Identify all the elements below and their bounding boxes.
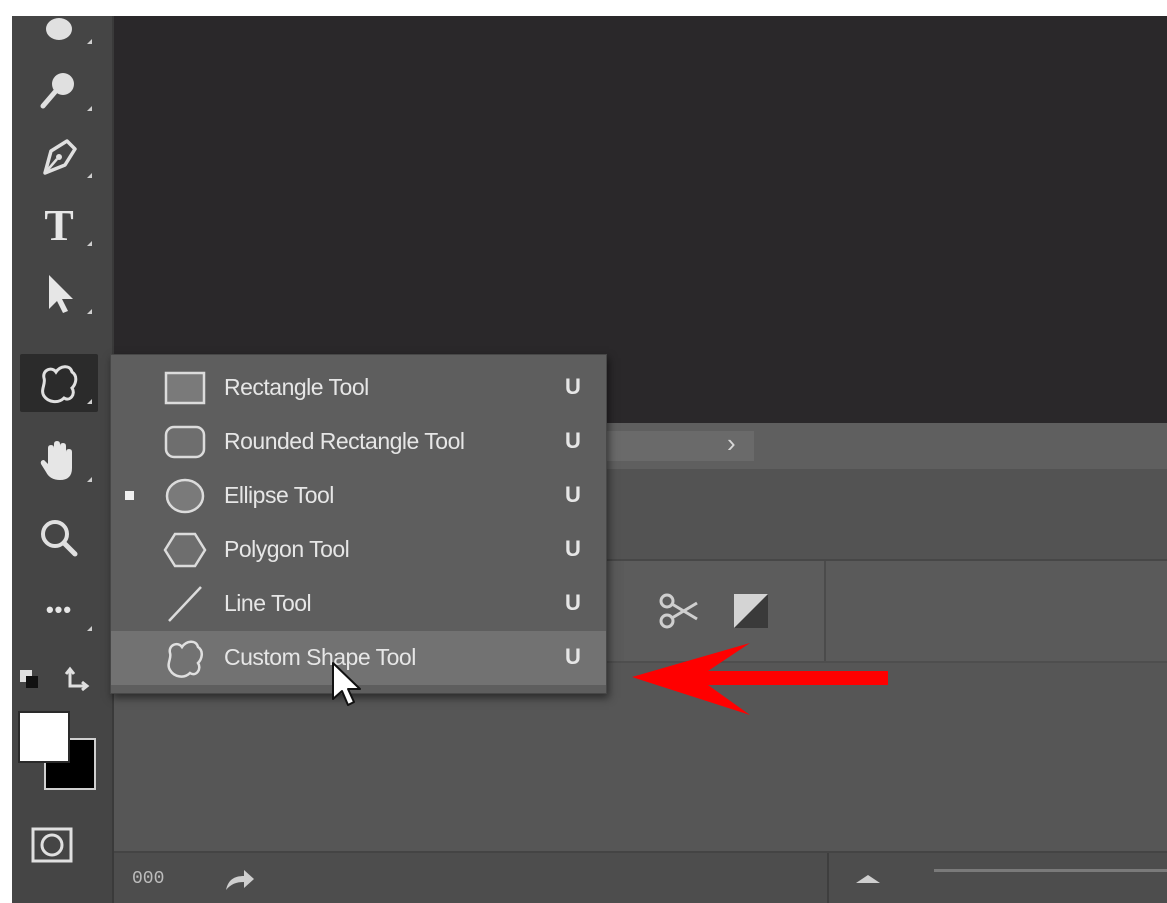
tools-panel: T •••	[12, 16, 114, 903]
swap-colors-icon[interactable]	[64, 666, 92, 699]
menu-item-rounded-rectangle-tool[interactable]: Rounded Rectangle Tool U	[111, 415, 606, 469]
default-colors-icon[interactable]	[18, 668, 42, 697]
zoom-slider[interactable]	[934, 869, 1167, 872]
type-tool[interactable]: T	[20, 196, 98, 254]
mouse-cursor-icon	[330, 661, 366, 716]
photoshop-window: › 000 T ••• Rectangle Tool U Rounded Rec…	[12, 16, 1167, 903]
foreground-color[interactable]	[18, 711, 70, 763]
line-icon	[161, 585, 209, 623]
menu-item-shortcut: U	[565, 428, 581, 453]
selected-indicator	[125, 491, 134, 500]
hand-tool[interactable]	[20, 432, 98, 490]
panel-icons	[657, 591, 771, 636]
polygon-icon	[161, 531, 209, 569]
menu-item-label: Ellipse Tool	[224, 482, 334, 508]
menu-item-rectangle-tool[interactable]: Rectangle Tool U	[111, 361, 606, 415]
triangle-up-icon[interactable]	[856, 875, 880, 883]
share-arrow-icon[interactable]	[222, 866, 256, 899]
menu-item-label: Rounded Rectangle Tool	[224, 428, 465, 454]
quick-mask-icon[interactable]	[30, 826, 74, 869]
ellipse-icon	[161, 477, 209, 515]
path-selection-tool[interactable]	[20, 264, 98, 322]
type-icon: T	[44, 200, 74, 250]
shape-tool[interactable]	[20, 354, 98, 412]
mask-icon[interactable]	[731, 591, 771, 636]
pen-tool[interactable]	[20, 128, 98, 186]
zoom-tool[interactable]	[20, 509, 98, 567]
menu-item-shortcut: U	[565, 644, 581, 669]
menu-item-ellipse-tool[interactable]: Ellipse Tool U	[111, 469, 606, 523]
custom-shape-icon	[36, 362, 82, 404]
status-bar: 000	[114, 851, 1167, 903]
arrow-cursor-icon	[39, 271, 79, 315]
menu-item-label: Rectangle Tool	[224, 374, 369, 400]
rectangle-icon	[161, 369, 209, 407]
more-icon: •••	[45, 597, 73, 622]
droplet-icon	[39, 16, 79, 43]
menu-item-shortcut: U	[565, 482, 581, 507]
hand-icon	[36, 438, 82, 484]
pen-icon	[37, 135, 81, 179]
blur-tool[interactable]	[20, 16, 98, 52]
menu-item-line-tool[interactable]: Line Tool U	[111, 577, 606, 631]
menu-item-shortcut: U	[565, 536, 581, 561]
status-code: 000	[132, 869, 165, 889]
dodge-tool[interactable]	[20, 61, 98, 119]
custom-shape-icon	[161, 639, 209, 678]
menu-item-shortcut: U	[565, 374, 581, 399]
annotation-arrow-icon	[632, 641, 892, 726]
menu-item-label: Custom Shape Tool	[224, 644, 416, 670]
shape-tools-flyout: Rectangle Tool U Rounded Rectangle Tool …	[110, 354, 607, 694]
edit-toolbar[interactable]: •••	[20, 581, 98, 639]
scissors-icon[interactable]	[657, 591, 701, 636]
menu-item-label: Polygon Tool	[224, 536, 350, 562]
magnifier-icon	[37, 516, 81, 560]
dodge-icon	[37, 68, 81, 112]
status-divider	[827, 853, 829, 903]
menu-item-polygon-tool[interactable]: Polygon Tool U	[111, 523, 606, 577]
menu-item-shortcut: U	[565, 590, 581, 615]
rounded-rectangle-icon	[161, 423, 209, 461]
chevron-right-icon[interactable]: ›	[727, 428, 736, 459]
menu-item-label: Line Tool	[224, 590, 312, 616]
